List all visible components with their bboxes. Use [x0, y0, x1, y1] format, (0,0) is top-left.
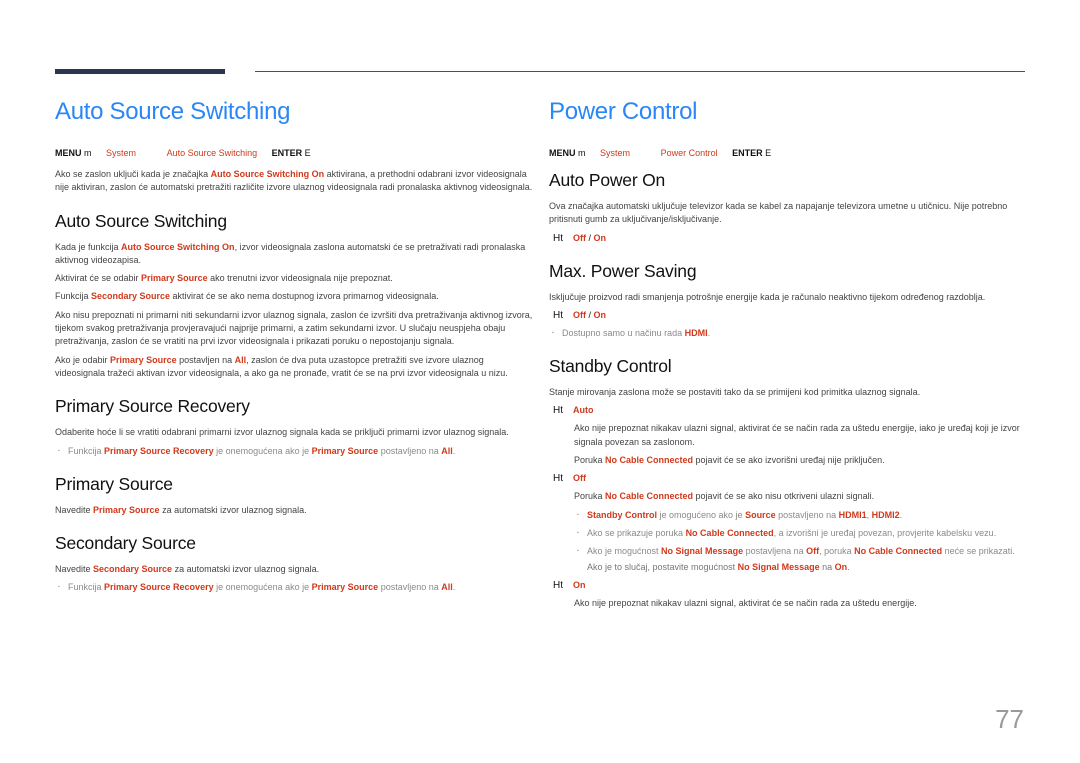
right-column: Power Control MENU m System Power Contro…: [549, 98, 1029, 615]
page-title-power-control: Power Control: [549, 98, 698, 125]
section-heading-secondary-source: Secondary Source: [55, 533, 196, 554]
paragraph: Ako nisu prepoznati ni primarni niti sek…: [55, 309, 533, 347]
option-auto: Ht Auto: [549, 404, 1029, 417]
option-list: Ht Off / On: [549, 232, 1029, 245]
page-number: 77: [995, 704, 1024, 734]
option-list: Ht Off / On: [549, 309, 1029, 322]
header-bar-accent: [55, 69, 225, 74]
paragraph: Kada je funkcija Auto Source Switching O…: [55, 241, 526, 265]
paragraph: Odaberite hoće li se vratiti odabrani pr…: [55, 427, 509, 438]
paragraph: Ako je to slučaj, postavite mogućnost No…: [587, 561, 850, 572]
option-off: Ht Off: [549, 472, 1029, 485]
enter-label: ENTER: [271, 148, 303, 158]
menu-system: System: [106, 148, 137, 158]
option-bullet-icon: Ht: [553, 579, 563, 591]
header-rule: [255, 71, 1025, 72]
option-on: Ht On: [549, 579, 1029, 592]
menu-icon: m: [84, 148, 92, 158]
option-bullet-icon: Ht: [553, 309, 563, 321]
intro-paragraph: Ako se zaslon uključi kada je značajka A…: [55, 169, 533, 193]
menu-icon: m: [578, 148, 586, 158]
section-heading-auto-source-switching: Auto Source Switching: [55, 210, 227, 231]
menu-system: System: [600, 148, 631, 158]
paragraph: Ako je odabir Primary Source postavljen …: [55, 354, 508, 378]
menu-item: Power Control: [660, 148, 718, 158]
menu-path: MENU m System Auto Source Switching ENTE…: [55, 148, 535, 158]
note: Funkcija Primary Source Recovery je onem…: [55, 581, 535, 595]
paragraph: Isključuje proizvod radi smanjenja potro…: [549, 291, 986, 302]
paragraph: Ako nije prepoznat nikakav ulazni signal…: [574, 597, 917, 608]
section-heading-primary-source-recovery: Primary Source Recovery: [55, 396, 250, 417]
section-heading-max-power-saving: Max. Power Saving: [549, 260, 697, 281]
page-title-auto-source-switching: Auto Source Switching: [55, 98, 291, 125]
note: Ako je mogućnost No Signal Message posta…: [574, 545, 1029, 559]
section-heading-standby-control: Standby Control: [549, 356, 672, 377]
option-bullet-icon: Ht: [553, 232, 563, 244]
menu-label: MENU: [549, 148, 576, 158]
section-heading-primary-source: Primary Source: [55, 473, 173, 494]
enter-icon: E: [304, 148, 311, 158]
note: Ako se prikazuje poruka No Cable Connect…: [574, 527, 1029, 541]
paragraph: Navedite Primary Source za automatski iz…: [55, 504, 307, 515]
paragraph: Aktivirat će se odabir Primary Source ak…: [55, 273, 393, 284]
paragraph: Navedite Secondary Source za automatski …: [55, 564, 320, 575]
paragraph: Poruka No Cable Connected pojavit će se …: [574, 491, 875, 502]
option-bullet-icon: Ht: [553, 473, 563, 485]
paragraph: Funkcija Secondary Source aktivirat će s…: [55, 291, 439, 302]
paragraph: Stanje mirovanja zaslona može se postavi…: [549, 387, 921, 398]
paragraph: Poruka No Cable Connected pojavit će se …: [574, 455, 885, 466]
note: Standby Control je omogućeno ako je Sour…: [574, 509, 1029, 523]
menu-label: MENU: [55, 148, 82, 158]
left-column: Auto Source Switching MENU m System Auto…: [55, 98, 535, 600]
section-heading-auto-power-on: Auto Power On: [549, 170, 666, 190]
option-bullet-icon: Ht: [553, 405, 563, 417]
enter-label: ENTER: [732, 148, 763, 158]
menu-item: Auto Source Switching: [166, 148, 258, 158]
note: Dostupno samo u načinu rada HDMI.: [549, 327, 1029, 341]
menu-path: MENU m System Power Control ENTER E: [549, 148, 1029, 158]
paragraph: Ova značajka automatski uključuje televi…: [549, 201, 1008, 225]
note: Funkcija Primary Source Recovery je onem…: [55, 445, 535, 459]
enter-icon: E: [765, 148, 772, 158]
paragraph: Ako nije prepoznat nikakav ulazni signal…: [574, 423, 1020, 447]
